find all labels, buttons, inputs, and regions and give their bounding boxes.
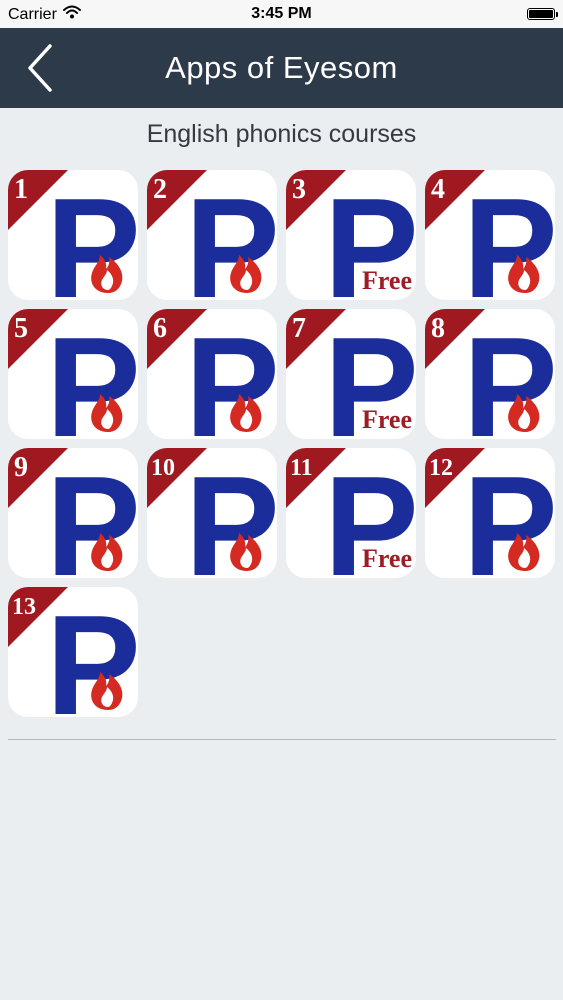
section-heading: English phonics courses — [146, 120, 417, 148]
app-icon-2[interactable]: 2P — [147, 170, 277, 300]
flame-icon — [91, 394, 123, 432]
divider — [8, 739, 556, 740]
navigation-bar: Apps of Eyesom — [0, 28, 563, 108]
app-number: 7 — [292, 313, 306, 344]
flame-icon — [230, 533, 262, 571]
flame-icon — [91, 255, 123, 293]
app-icon-12[interactable]: 12 P — [425, 448, 555, 578]
app-icon-9[interactable]: 9P — [8, 448, 138, 578]
free-badge: Free — [361, 266, 412, 295]
app-icon-11[interactable]: 11 P Free — [286, 448, 416, 578]
app-icon-5[interactable]: 5P — [8, 309, 138, 439]
app-icon-3[interactable]: 3 P Free — [286, 170, 416, 300]
flame-icon — [508, 255, 540, 293]
free-badge: Free — [361, 405, 412, 434]
app-icon-10[interactable]: 10 P — [147, 448, 277, 578]
page-title: Apps of Eyesom — [165, 50, 398, 85]
flame-icon — [508, 394, 540, 432]
flame-icon — [508, 533, 540, 571]
flame-icon — [230, 255, 262, 293]
app-number: 3 — [292, 174, 306, 205]
app-icon-6[interactable]: 6P — [147, 309, 277, 439]
app-icon-4[interactable]: 4P — [425, 170, 555, 300]
flame-icon — [91, 533, 123, 571]
app-icon-1[interactable]: 1P — [8, 170, 138, 300]
flame-icon — [230, 394, 262, 432]
app-icon-7[interactable]: 7 P Free — [286, 309, 416, 439]
app-icon-13[interactable]: 13 P — [8, 587, 138, 717]
battery-icon — [527, 8, 558, 20]
status-bar: Carrier 3:45 PM — [0, 0, 563, 28]
app-icon-8[interactable]: 8P — [425, 309, 555, 439]
flame-icon — [91, 672, 123, 710]
status-time: 3:45 PM — [251, 5, 312, 22]
free-badge: Free — [361, 544, 412, 573]
app-number: 11 — [290, 455, 313, 481]
